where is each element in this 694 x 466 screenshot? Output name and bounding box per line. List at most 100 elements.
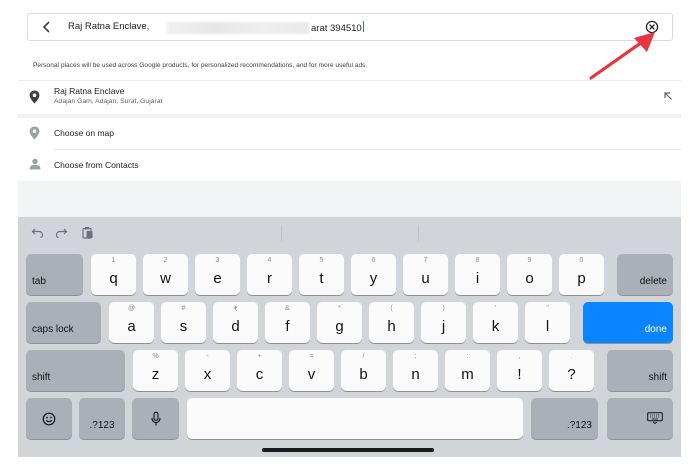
key-alt-label: 4 [267, 257, 272, 264]
key-label: v [307, 366, 316, 383]
key-q[interactable]: 1q [91, 254, 136, 295]
key-z[interactable]: % z [133, 350, 178, 391]
shift-key-right[interactable]: shift [607, 350, 673, 391]
search-bar[interactable]: Raj Ratna Enclave, arat 394510 [27, 13, 673, 41]
suggestion-title: Raj Ratna Enclave [54, 86, 125, 96]
key-s[interactable]: # s [161, 302, 206, 343]
redo-icon[interactable] [55, 226, 68, 239]
emoji-key[interactable] [26, 398, 72, 439]
key-e[interactable]: 3e [195, 254, 240, 295]
key-alt-label: 3 [215, 257, 220, 264]
choose-on-map-row[interactable]: Choose on map [18, 118, 681, 148]
choose-from-contacts-row[interactable]: Choose from Contacts [18, 150, 681, 180]
text-cursor [362, 21, 364, 32]
key-alt-label: & [285, 305, 290, 312]
key-alt-label: . [570, 353, 573, 360]
shift-key-left[interactable]: shift [26, 350, 125, 391]
key-alt-label: 1 [111, 257, 116, 264]
key-alt-label: % [152, 353, 159, 360]
key-c[interactable]: + c [237, 350, 282, 391]
key-alt-label: 6 [371, 257, 376, 264]
key-label: z [151, 366, 160, 383]
fill-query-arrow-icon[interactable] [663, 91, 673, 101]
personal-places-notice: Personal places will be used across Goog… [33, 62, 368, 69]
key-alt-label: 8 [475, 257, 480, 264]
key-f[interactable]: & f [265, 302, 310, 343]
key-o[interactable]: 9o [507, 254, 552, 295]
choose-from-contacts-label: Choose from Contacts [54, 160, 139, 170]
key-m[interactable]: :m [445, 350, 490, 391]
key-b[interactable]: / b [341, 350, 386, 391]
key-alt-label: 0 [579, 257, 584, 264]
numbers-key-right[interactable]: .?123 [531, 398, 598, 439]
key-a[interactable]: @ a [109, 302, 154, 343]
search-input-text-start[interactable]: Raj Ratna Enclave, [68, 21, 149, 32]
key-u[interactable]: 7u [403, 254, 448, 295]
key-j[interactable]: ) j [421, 302, 466, 343]
key-alt-label: ) [442, 305, 445, 312]
hide-keyboard-key[interactable] [607, 398, 673, 439]
key-v[interactable]: = v [289, 350, 334, 391]
key-label: ! [517, 366, 522, 383]
key-label: c [255, 366, 264, 383]
keyboard-dismiss-icon [647, 412, 663, 424]
key-k[interactable]: ' k [473, 302, 518, 343]
back-arrow-icon[interactable] [40, 20, 54, 34]
done-key[interactable]: done [583, 302, 673, 343]
key-label: b [359, 366, 368, 383]
key-label: u [421, 270, 430, 287]
key-w[interactable]: 2w [143, 254, 188, 295]
key-label: i [475, 270, 480, 287]
redacted-text [167, 22, 309, 34]
key-g[interactable]: * g [317, 302, 362, 343]
key-label: x [203, 366, 212, 383]
screen: Raj Ratna Enclave, arat 394510 Personal … [0, 0, 694, 466]
key-x[interactable]: -x [185, 350, 230, 391]
on-screen-keyboard: tab 1q2w3e4r5t6y7u8i9o0p delete caps loc… [18, 217, 681, 457]
key-![interactable]: ,! [497, 350, 542, 391]
key-label: k [491, 318, 500, 335]
key-n[interactable]: ; n [393, 350, 438, 391]
dictation-key[interactable] [132, 398, 179, 439]
keyboard-shortcut-bar [18, 217, 681, 247]
key-i[interactable]: 8i [455, 254, 500, 295]
key-?[interactable]: .? [549, 350, 594, 391]
toolbar-separator [418, 225, 419, 241]
numbers-key-left[interactable]: .?123 [79, 398, 125, 439]
key-label: a [127, 318, 136, 335]
key-alt-label: ' [494, 305, 497, 312]
key-label: y [369, 270, 378, 287]
delete-key[interactable]: delete [617, 254, 673, 295]
paste-icon[interactable] [81, 226, 94, 239]
search-input-text-end[interactable]: arat 394510 [311, 21, 364, 34]
key-label: o [525, 270, 534, 287]
key-y[interactable]: 6y [351, 254, 396, 295]
suggestion-row[interactable]: Raj Ratna Enclave Adajan Gam, Adajan, Su… [18, 81, 681, 114]
key-alt-label: @ [127, 305, 136, 312]
empty-area [18, 181, 681, 217]
key-label: d [231, 318, 240, 335]
key-alt-label: # [181, 305, 186, 312]
key-label: l [545, 318, 550, 335]
undo-icon[interactable] [31, 226, 44, 239]
key-label: g [335, 318, 344, 335]
key-alt-label: : [466, 353, 469, 360]
key-h[interactable]: (h [369, 302, 414, 343]
key-alt-label: 5 [319, 257, 324, 264]
microphone-icon [150, 411, 161, 425]
key-label: m [461, 366, 474, 383]
emoji-icon [42, 412, 56, 425]
key-r[interactable]: 4r [247, 254, 292, 295]
space-key[interactable] [187, 398, 523, 439]
key-p[interactable]: 0p [559, 254, 604, 295]
key-l[interactable]: " l [525, 302, 570, 343]
caps-lock-key[interactable]: caps lock [26, 302, 101, 343]
key-t[interactable]: 5t [299, 254, 344, 295]
key-label: h [387, 318, 396, 335]
key-label: w [160, 270, 171, 287]
key-alt-label: 7 [423, 257, 428, 264]
place-pin-icon [29, 90, 40, 104]
person-icon [29, 158, 41, 170]
key-d[interactable]: ₹ d [213, 302, 258, 343]
tab-key[interactable]: tab [26, 254, 83, 295]
